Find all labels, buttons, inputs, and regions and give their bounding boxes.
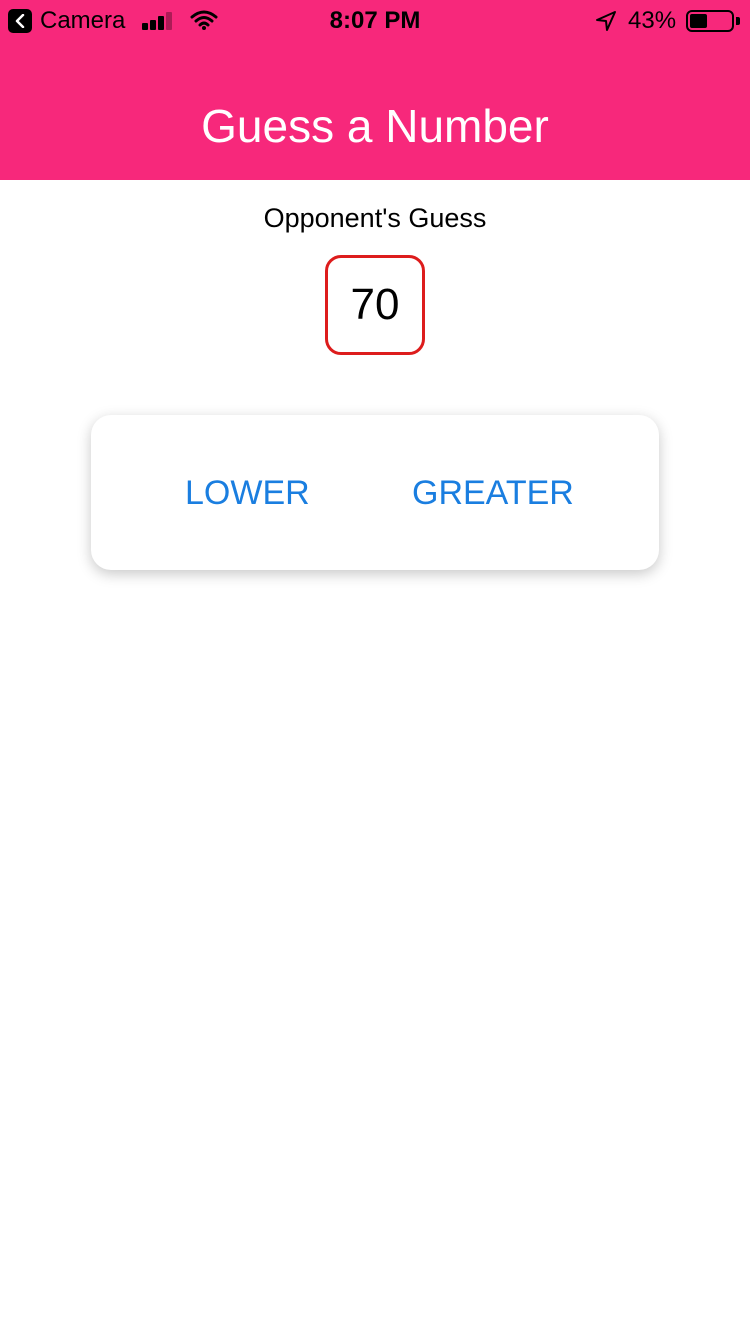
guess-number-display: 70 [325,255,425,355]
battery-level-fill [690,14,707,28]
page-title: Guess a Number [201,100,549,152]
header-background: Camera 8:07 PM 43% Guess a Number [0,0,750,180]
location-arrow-icon [596,11,616,31]
status-bar: Camera 8:07 PM 43% [0,0,750,40]
opponent-guess-label: Opponent's Guess [263,203,487,233]
battery-percent: 43% [628,7,677,34]
button-card: LOWER GREATER [91,415,659,570]
battery-icon [686,10,734,32]
greater-button[interactable]: GREATER [412,471,574,515]
battery-tip [736,17,740,25]
lower-button[interactable]: LOWER [185,471,310,515]
